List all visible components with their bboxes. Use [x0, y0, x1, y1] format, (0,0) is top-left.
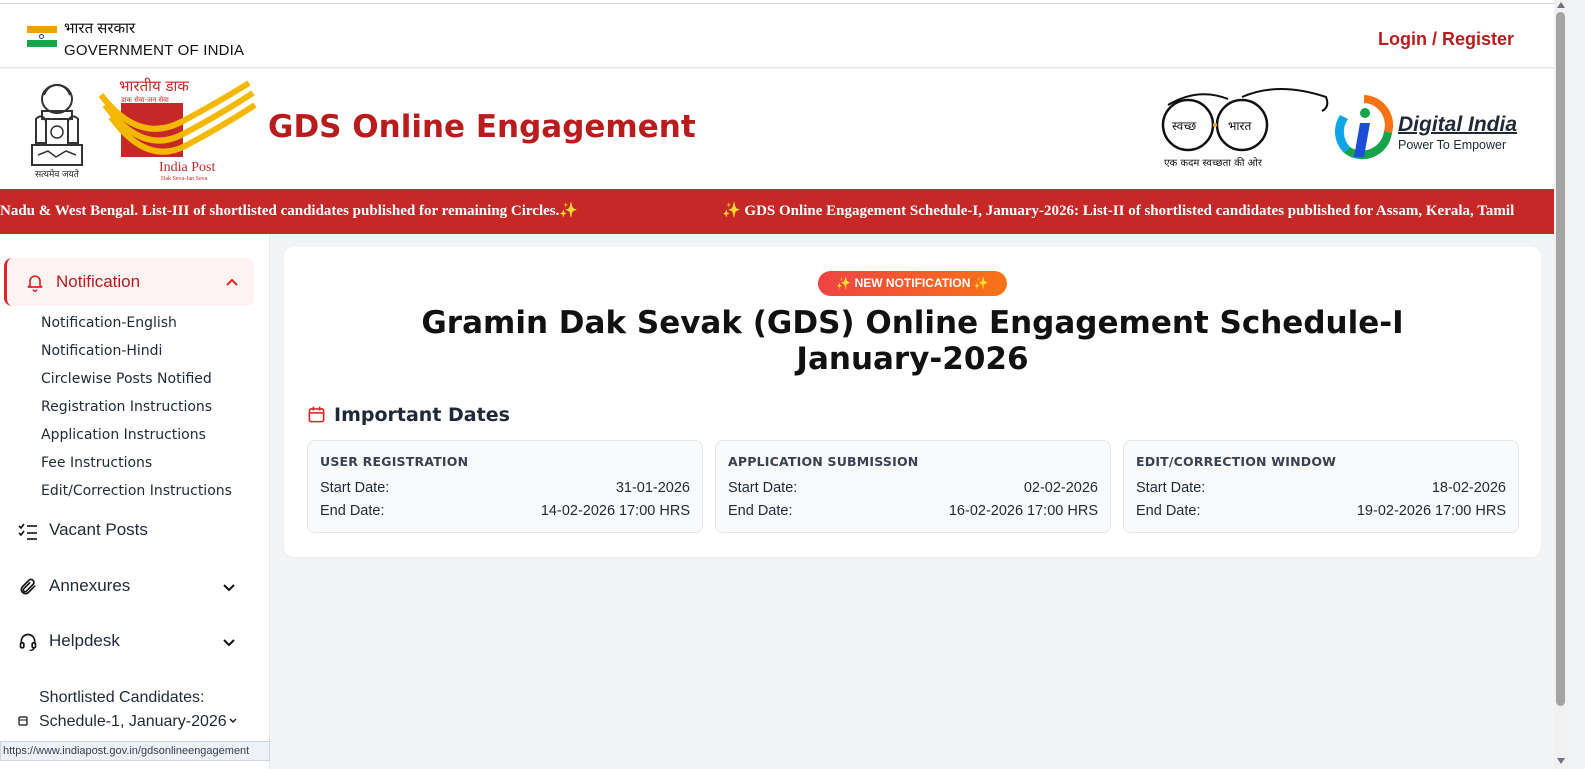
site-header: सत्यमेव जयते भारतीय डाक डाक सेवा-जन सेवा…	[0, 69, 1568, 189]
sidebar-item-annexures[interactable]: Annexures	[0, 567, 268, 607]
india-flag-icon	[27, 26, 57, 47]
gov-hindi-label: भारत सरकार	[64, 20, 136, 37]
sidebar-item-label: Annexures	[49, 576, 131, 595]
indiapost-sub-text: Dak Seva-Jan Seva	[161, 176, 208, 182]
indiapost-name-text: India Post	[159, 160, 216, 175]
sidebar-item-vacant-posts[interactable]: Vacant Posts	[0, 511, 268, 551]
sidebar-nav: Notification Notification-English Notifi…	[0, 234, 270, 769]
swachh-bharat-logo: स्वच्छ भारत एक कदम स्वच्छता की ओर	[1161, 88, 1329, 169]
indiapost-hindi-text: भारतीय डाक	[119, 77, 189, 95]
date-box-edit-correction: EDIT/CORRECTION WINDOW Start Date: 18-02…	[1123, 440, 1519, 533]
sidebar-item-label: Shortlisted Candidates: Schedule-1, Janu…	[39, 689, 227, 730]
indiapost-tagline-text: डाक सेवा-जन सेवा	[120, 95, 169, 104]
chevron-down-icon	[223, 584, 235, 592]
submenu-circlewise-posts[interactable]: Circlewise Posts Notified	[41, 371, 212, 387]
ticker-segment: ✨ GDS Online Engagement Schedule-I, Janu…	[722, 203, 1515, 219]
chevron-down-icon	[223, 639, 235, 647]
scroll-up-arrow-icon[interactable]	[1557, 2, 1565, 8]
india-post-logo: भारतीय डाक डाक सेवा-जन सेवा India Post D…	[99, 77, 257, 182]
checklist-icon	[18, 523, 37, 540]
sidebar-item-label: Notification	[56, 272, 141, 291]
end-date-label: End Date:	[728, 503, 793, 519]
login-register-link[interactable]: Login / Register	[1378, 29, 1514, 50]
date-box-title: USER REGISTRATION	[320, 454, 469, 469]
submenu-notification-english[interactable]: Notification-English	[41, 315, 177, 331]
calendar-icon	[308, 406, 325, 423]
swachh-left-text: स्वच्छ	[1172, 119, 1196, 133]
ticker-segment: Nadu & West Bengal. List-III of shortlis…	[0, 203, 579, 219]
swachh-right-text: भारत	[1228, 119, 1252, 133]
chevron-up-icon	[226, 278, 238, 286]
end-date-value: 14-02-2026 17:00 HRS	[540, 503, 690, 519]
start-date-label: Start Date:	[728, 480, 798, 496]
start-date-label: Start Date:	[320, 480, 390, 496]
digital-india-icon	[1335, 95, 1394, 160]
emblem-caption: सत्यमेव जयते	[35, 169, 79, 179]
sidebar-item-label: Helpdesk	[49, 631, 120, 650]
submenu-fee-instructions[interactable]: Fee Instructions	[41, 455, 152, 471]
page-title-line2: January-2026	[796, 341, 1029, 377]
page-scrollbar[interactable]	[1554, 0, 1568, 769]
end-date-value: 19-02-2026 17:00 HRS	[1356, 503, 1506, 519]
scrollbar-thumb[interactable]	[1556, 12, 1565, 706]
scroll-down-arrow-icon[interactable]	[1557, 758, 1565, 764]
start-date-label: Start Date:	[1136, 480, 1206, 496]
calendar-icon	[18, 716, 28, 726]
notification-card: ✨ NEW NOTIFICATION ✨ Gramin Dak Sevak (G…	[284, 247, 1541, 557]
sidebar-item-helpdesk[interactable]: Helpdesk	[0, 622, 268, 662]
swachh-caption-text: एक कदम स्वच्छता की ओर	[1164, 157, 1263, 169]
bell-icon	[27, 275, 43, 292]
gov-english-label: GOVERNMENT OF INDIA	[64, 42, 245, 59]
end-date-label: End Date:	[1136, 503, 1201, 519]
status-bar-url: https://www.indiapost.gov.in/gdsonlineen…	[0, 741, 270, 761]
start-date-value: 02-02-2026	[1023, 480, 1098, 496]
paperclip-icon	[20, 578, 36, 595]
chevron-down-icon	[229, 718, 237, 723]
submenu-edit-correction-instructions[interactable]: Edit/Correction Instructions	[41, 483, 232, 499]
sidebar-item-label: Vacant Posts	[49, 520, 148, 539]
date-box-title: EDIT/CORRECTION WINDOW	[1136, 454, 1337, 469]
end-date-value: 16-02-2026 17:00 HRS	[948, 503, 1098, 519]
start-date-value: 31-01-2026	[615, 480, 690, 496]
end-date-label: End Date:	[320, 503, 385, 519]
government-top-bar: भारत सरकार GOVERNMENT OF INDIA Login / R…	[0, 4, 1568, 68]
news-ticker: Nadu & West Bengal. List-III of shortlis…	[0, 189, 1568, 234]
national-emblem-icon	[31, 83, 83, 166]
submenu-application-instructions[interactable]: Application Instructions	[41, 427, 206, 443]
date-box-application-submission: APPLICATION SUBMISSION Start Date: 02-02…	[715, 440, 1111, 533]
page-title-line1: Gramin Dak Sevak (GDS) Online Engagement…	[421, 305, 1404, 341]
important-dates-heading: Important Dates	[334, 404, 510, 426]
start-date-value: 18-02-2026	[1431, 480, 1506, 496]
date-box-user-registration: USER REGISTRATION Start Date: 31-01-2026…	[307, 440, 703, 533]
headset-icon	[19, 633, 37, 651]
site-title: GDS Online Engagement	[268, 109, 696, 145]
new-notification-badge: ✨ NEW NOTIFICATION ✨	[818, 271, 1007, 296]
digital-india-tagline: Power To Empower	[1398, 138, 1507, 152]
submenu-notification-hindi[interactable]: Notification-Hindi	[41, 343, 162, 359]
digital-india-title: Digital India	[1398, 113, 1518, 136]
sidebar-item-notification[interactable]: Notification	[4, 258, 254, 306]
page-title: Gramin Dak Sevak (GDS) Online Engagement…	[284, 305, 1541, 377]
submenu-registration-instructions[interactable]: Registration Instructions	[41, 399, 212, 415]
date-box-title: APPLICATION SUBMISSION	[728, 454, 919, 469]
